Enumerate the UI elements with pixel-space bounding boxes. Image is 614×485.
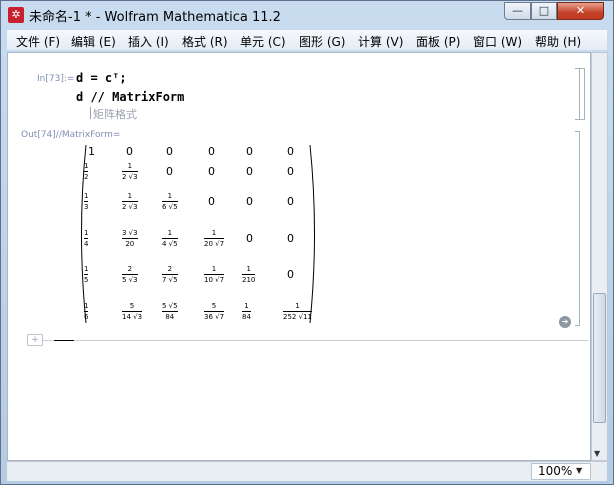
menu-edit[interactable]: 编辑 (E): [71, 33, 116, 50]
title-bar[interactable]: ✲ 未命名-1 * - Wolfram Mathematica 11.2 — □…: [1, 1, 613, 29]
maximize-button[interactable]: □: [531, 2, 557, 20]
notebook-area[interactable]: In[73]:= d = cᵀ; d // MatrixForm 矩阵格式 Ou…: [7, 52, 591, 461]
matrix-entry-r4-c4: 1 20 √7: [204, 229, 225, 248]
new-cell-insertion-line[interactable]: [43, 340, 588, 341]
close-button[interactable]: ✕: [557, 2, 604, 20]
matrix-entry-r4-c3: 14 √5: [162, 229, 178, 248]
matrix-entry-r1-c3: 0: [166, 145, 173, 158]
matrix-entry-r3-c6: 0: [287, 195, 294, 208]
scrollbar-thumb[interactable]: [593, 293, 606, 423]
matrix-entry-r5-c4: 1 10 √7: [204, 265, 225, 284]
matrix-entry-r1-c5: 0: [246, 145, 253, 158]
matrix-entry-r4-c2: 3 √3 20: [122, 229, 138, 248]
menu-palettes[interactable]: 面板 (P): [416, 33, 460, 50]
matrix-entry-r3-c5: 0: [246, 195, 253, 208]
matrix-entry-r3-c3: 16 √5: [162, 192, 178, 211]
matrix-entry-r6-c6: 1 252 √11: [283, 302, 312, 321]
menu-bar: 文件 (F) 编辑 (E) 插入 (I) 格式 (R) 单元 (C) 图形 (G…: [7, 30, 607, 50]
menu-graphics[interactable]: 图形 (G): [299, 33, 345, 50]
matrix-entry-r2-c2: 12 √3: [122, 162, 138, 181]
output-menu-icon[interactable]: ➔: [559, 316, 571, 328]
matrix-entry-r5-c6: 0: [287, 268, 294, 281]
matrix-entry-r6-c1: 16: [84, 302, 89, 321]
matrix-entry-r4-c1: 14: [84, 229, 89, 248]
window-title: 未命名-1 * - Wolfram Mathematica 11.2: [29, 10, 281, 25]
new-cell-plus-icon[interactable]: +: [27, 334, 43, 346]
matrix-entry-r5-c3: 27 √5: [162, 265, 178, 284]
menu-insert[interactable]: 插入 (I): [128, 33, 169, 50]
zoom-dropdown-icon[interactable]: ▼: [576, 466, 582, 475]
menu-window[interactable]: 窗口 (W): [473, 33, 522, 50]
matrix-entry-r2-c5: 0: [246, 165, 253, 178]
matrix-entry-r2-c1: 12: [84, 162, 89, 181]
matrix-entry-r2-c4: 0: [208, 165, 215, 178]
vertical-scrollbar[interactable]: ▼: [591, 52, 608, 461]
status-bar: 100% ▼: [7, 461, 607, 481]
cell-cursor: [54, 340, 74, 341]
minimize-button[interactable]: —: [504, 2, 531, 20]
matrix-entry-r5-c2: 25 √3: [122, 265, 138, 284]
matrix-entry-r3-c1: 13: [84, 192, 89, 211]
mathematica-window: ✲ 未命名-1 * - Wolfram Mathematica 11.2 — □…: [0, 0, 614, 485]
matrix-entry-r3-c4: 0: [208, 195, 215, 208]
matrix-entry-r1-c6: 0: [287, 145, 294, 158]
matrix-entry-r3-c2: 12 √3: [122, 192, 138, 211]
mathematica-logo-icon[interactable]: ✲: [8, 7, 24, 23]
menu-cell[interactable]: 单元 (C): [240, 33, 286, 50]
right-paren: [309, 144, 315, 324]
menu-file[interactable]: 文件 (F): [16, 33, 60, 50]
matrix-entry-r2-c3: 0: [166, 165, 173, 178]
matrix-entry-r6-c5: 1 84: [242, 302, 251, 321]
scroll-down-icon[interactable]: ▼: [594, 449, 600, 458]
menu-format[interactable]: 格式 (R): [182, 33, 228, 50]
matrix-entry-r2-c6: 0: [287, 165, 294, 178]
matrix-entry-r4-c5: 0: [246, 232, 253, 245]
menu-evaluation[interactable]: 计算 (V): [358, 33, 403, 50]
matrix-entry-r6-c4: 5 36 √7: [204, 302, 225, 321]
matrix-entry-r5-c1: 15: [84, 265, 89, 284]
matrix-entry-r1-c1: 1: [88, 145, 95, 158]
matrix-entry-r1-c4: 0: [208, 145, 215, 158]
menu-help[interactable]: 帮助 (H): [535, 33, 581, 50]
matrix-entry-r5-c5: 1 210: [242, 265, 256, 284]
matrix-entry-r4-c6: 0: [287, 232, 294, 245]
matrix-entry-r6-c3: 5 √5 84: [162, 302, 178, 321]
matrix-entry-r6-c2: 5 14 √3: [122, 302, 143, 321]
matrix-entry-r1-c2: 0: [126, 145, 133, 158]
